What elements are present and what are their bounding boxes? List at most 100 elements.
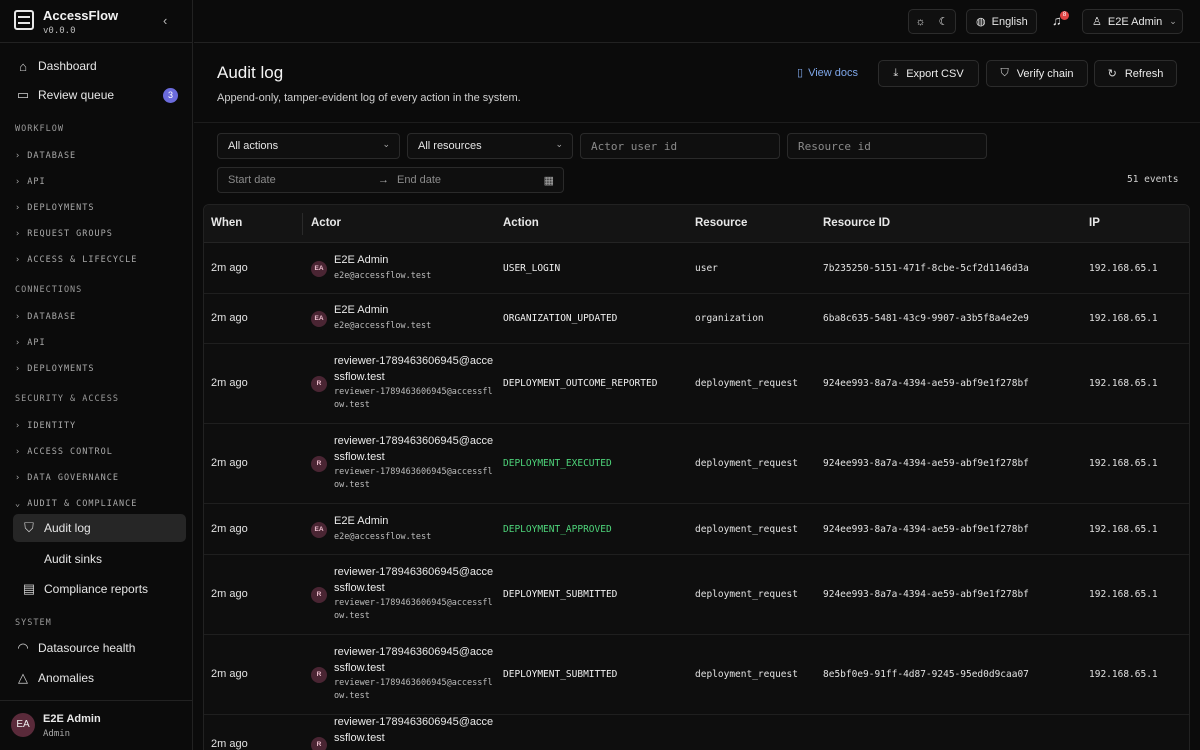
sidebar-item-dashboard[interactable]: ⌂ Dashboard [13,52,186,80]
sidebar-item-review-queue[interactable]: ▭ Review queue 3 [13,81,186,109]
brand[interactable]: AccessFlow v0.0.0 [14,8,184,40]
resource-id-input[interactable]: Resource id [787,133,987,159]
table-header: When Actor Action Resource Resource ID I… [204,205,1189,243]
avatar: R [311,456,327,472]
app-version: v0.0.0 [43,26,76,36]
export-csv-button[interactable]: ⤓ Export CSV [878,60,979,87]
sidebar-item-label: Audit log [44,521,91,535]
sidebar-item-audit-sinks[interactable]: Audit sinks [13,545,186,573]
table-row[interactable]: 2m ago EA E2E Admin e2e@accessflow.test ORGA… [204,294,1189,344]
ip-cell: 192.168.65.1 [1089,378,1158,389]
resource-cell: organization [695,313,764,324]
ip-cell: 192.168.65.1 [1089,589,1158,600]
sidebar-user[interactable]: EA E2E Admin Admin [0,700,193,750]
chevron-left-icon[interactable]: ‹ [163,13,167,28]
actions-select-value: All actions [228,140,279,152]
avatar: R [311,587,327,603]
language-select[interactable]: ◍ English [966,9,1037,34]
sun-icon[interactable]: ☼ [916,16,926,28]
group-request-groups[interactable]: › REQUEST GROUPS [15,229,113,239]
group-conn-database[interactable]: › DATABASE [15,312,76,322]
resource-id-cell: 8e5bf0e9-91ff-4d87-9245-95ed0d9caa07 [823,669,1029,680]
resource-id-cell: 924ee993-8a7a-4394-ae59-abf9e1f278bf [823,523,1029,535]
moon-icon[interactable]: ☾ [939,15,949,28]
group-access-lifecycle[interactable]: › ACCESS & LIFECYCLE [15,255,137,265]
table-row[interactable]: 2m ago Rreviewer-1789463606945@accessflow… [204,715,1189,750]
ip-cell: 192.168.65.1 [1089,313,1158,324]
when-cell: 2m ago [211,312,248,324]
action-cell: DEPLOYMENT_APPROVED [503,523,612,535]
resource-cell: deployment_request [695,589,798,600]
group-identity[interactable]: › IDENTITY [15,421,76,431]
report-icon: ▤ [22,581,36,596]
divider [0,42,193,43]
resource-cell: deployment_request [695,378,798,389]
theme-toggle[interactable]: ☼ ☾ [908,9,956,34]
language-label: English [991,15,1028,28]
avatar: EA [311,260,327,277]
resources-select[interactable]: All resources ⌄ [407,133,573,159]
calendar-icon[interactable]: ▦ [544,174,554,187]
arrow-right-icon: → [378,174,389,186]
actor-email: reviewer-1789463606945@accessflow.test [334,387,493,410]
actor-name: reviewer-1789463606945@accessflow.test [334,646,494,674]
chevron-down-icon: ⌄ [1169,16,1177,26]
action-cell: DEPLOYMENT_SUBMITTED [503,669,618,680]
avatar: EA [11,713,35,737]
date-range-picker[interactable]: Start date → End date ▦ [217,167,564,193]
group-conn-api[interactable]: › API [15,338,46,348]
group-data-governance[interactable]: › DATA GOVERNANCE [15,473,119,483]
resources-select-value: All resources [418,140,482,152]
user-menu[interactable]: ♙ E2E Admin ⌄ [1082,9,1183,34]
group-access-control[interactable]: › ACCESS CONTROL [15,447,113,457]
group-workflow-api[interactable]: › API [15,177,46,187]
sidebar-item-anomalies[interactable]: △ Anomalies [13,664,186,692]
sidebar-item-audit-log[interactable]: ⛉ Audit log [13,514,186,542]
actor-name: reviewer-1789463606945@accessflow.test [334,435,494,463]
actor-email: e2e@accessflow.test [334,270,432,281]
sidebar-item-compliance-reports[interactable]: ▤ Compliance reports [13,575,186,603]
download-icon: ⤓ [893,67,899,79]
group-workflow-database[interactable]: › DATABASE [15,151,76,161]
start-date-input[interactable]: Start date [228,174,276,186]
table-row[interactable]: 2m ago Rreviewer-1789463606945@accessflow… [204,424,1189,504]
column-when[interactable]: When [211,217,242,229]
group-workflow-deployments[interactable]: › DEPLOYMENTS [15,203,95,213]
sidebar-item-label: Compliance reports [44,582,149,596]
when-cell: 2m ago [211,588,248,600]
audit-table: When Actor Action Resource Resource ID I… [203,204,1190,750]
user-menu-label: E2E Admin [1107,15,1163,28]
sidebar-item-datasource-health[interactable]: ◠ Datasource health [13,634,186,662]
end-date-input[interactable]: End date [397,174,441,186]
when-cell: 2m ago [211,377,248,389]
table-row[interactable]: 2m ago Rreviewer-1789463606945@accessflow… [204,344,1189,424]
table-row[interactable]: 2m ago Rreviewer-1789463606945@accessflow… [204,635,1189,715]
resource-cell: user [695,262,718,274]
verify-label: Verify chain [1016,67,1074,80]
column-actor[interactable]: Actor [311,217,341,229]
column-action[interactable]: Action [503,217,539,229]
section-workflow: WORKFLOW [15,124,64,134]
column-resource-id[interactable]: Resource ID [823,217,890,229]
divider [194,122,1200,123]
refresh-button[interactable]: ↻ Refresh [1094,60,1177,87]
actor-name: E2E Admin [334,253,389,266]
sidebar-item-label: Anomalies [38,671,95,685]
column-resource[interactable]: Resource [695,217,747,229]
verify-chain-button[interactable]: ⛉ Verify chain [986,60,1088,87]
action-cell: DEPLOYMENT_EXECUTED [503,458,612,469]
column-ip[interactable]: IP [1089,217,1100,229]
view-docs-link[interactable]: ▯ View docs [797,66,858,79]
action-cell: USER_LOGIN [503,262,561,274]
refresh-label: Refresh [1124,67,1164,80]
table-row[interactable]: 2m ago EA E2E Admin e2e@accessflow.test USER… [204,243,1189,294]
table-row[interactable]: 2m ago Rreviewer-1789463606945@accessflow… [204,555,1189,635]
actor-email: reviewer-1789463606945@accessflow.test [334,678,493,701]
doc-icon: ▯ [797,67,804,79]
actor-user-id-input[interactable]: Actor user id [580,133,780,159]
table-row[interactable]: 2m ago EA E2E Admin e2e@accessflow.test DEPL… [204,504,1189,555]
when-cell: 2m ago [211,457,248,469]
group-audit-compliance[interactable]: ⌄ AUDIT & COMPLIANCE [15,499,137,509]
actions-select[interactable]: All actions ⌄ [217,133,400,159]
group-conn-deployments[interactable]: › DEPLOYMENTS [15,364,95,374]
